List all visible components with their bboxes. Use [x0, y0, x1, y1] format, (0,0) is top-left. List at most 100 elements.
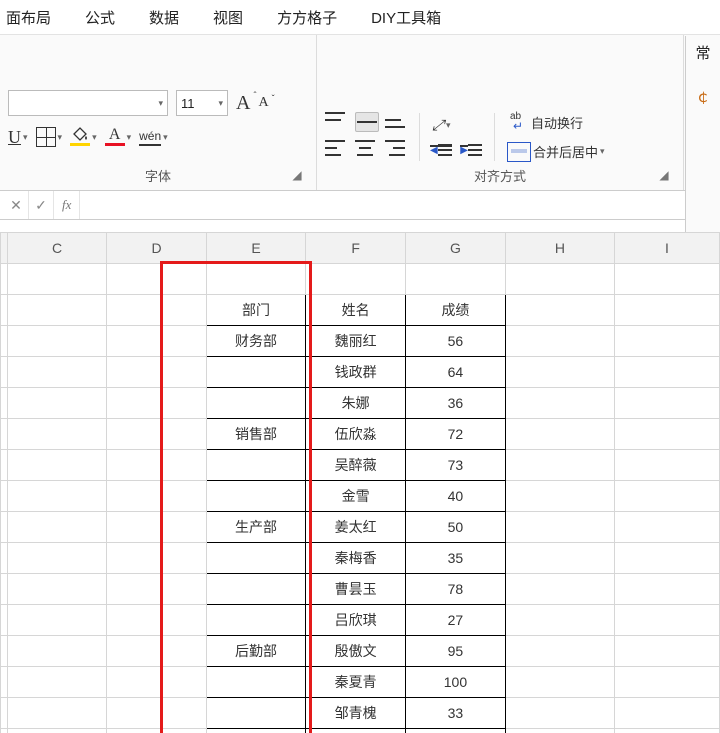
cell[interactable]	[505, 357, 614, 388]
cell[interactable]	[405, 264, 505, 295]
dialog-launcher-icon[interactable]: ◢	[290, 168, 304, 182]
align-middle-icon[interactable]	[355, 112, 379, 132]
spreadsheet[interactable]: CDEFGHI部门姓名成绩财务部魏丽红56钱政群64朱娜36销售部伍欣淼72吴醉…	[0, 220, 720, 733]
cell[interactable]	[505, 605, 614, 636]
cell[interactable]: 36	[405, 388, 505, 419]
cell[interactable]: 33	[405, 698, 505, 729]
cell[interactable]	[107, 512, 206, 543]
row-stub[interactable]	[1, 450, 8, 481]
cell[interactable]: 殷傲文	[306, 636, 406, 667]
column-header[interactable]: C	[7, 233, 106, 264]
cell[interactable]: 秦梅香	[306, 543, 406, 574]
cell[interactable]	[107, 698, 206, 729]
cell[interactable]	[614, 667, 719, 698]
phonetic-button[interactable]: wén▾	[139, 129, 168, 146]
cell[interactable]	[107, 450, 206, 481]
cell[interactable]	[505, 698, 614, 729]
row-stub[interactable]	[1, 698, 8, 729]
underline-button[interactable]: U▾	[8, 127, 28, 148]
cell[interactable]: 成绩	[405, 295, 505, 326]
dialog-launcher-icon[interactable]: ◢	[657, 168, 671, 182]
cell[interactable]: 吕欣琪	[306, 605, 406, 636]
row-stub[interactable]	[1, 419, 8, 450]
cell[interactable]	[7, 326, 106, 357]
cell[interactable]	[7, 667, 106, 698]
font-color-button[interactable]: A▾	[105, 128, 132, 146]
cell[interactable]	[7, 543, 106, 574]
confirm-icon[interactable]: ✓	[29, 191, 54, 219]
menu-diy[interactable]: DIY工具箱	[371, 7, 441, 28]
column-header[interactable]: I	[614, 233, 719, 264]
cell[interactable]	[107, 636, 206, 667]
cell[interactable]: 钱政群	[306, 357, 406, 388]
cell[interactable]	[505, 388, 614, 419]
number-format-select[interactable]: 常	[695, 42, 710, 63]
decrease-indent-icon[interactable]: ◀	[432, 142, 452, 158]
cell[interactable]: 金雪	[306, 481, 406, 512]
cell[interactable]: 78	[405, 574, 505, 605]
cell[interactable]	[614, 326, 719, 357]
decrease-font-icon[interactable]: Aˇ	[258, 95, 268, 111]
row-stub[interactable]	[1, 388, 8, 419]
cell[interactable]	[614, 729, 719, 733]
cell[interactable]	[7, 698, 106, 729]
align-bottom-icon[interactable]	[385, 112, 405, 128]
cell[interactable]: 财务部	[206, 326, 306, 357]
cell[interactable]	[505, 636, 614, 667]
cell[interactable]	[206, 574, 306, 605]
cell[interactable]	[206, 450, 306, 481]
menu-layout[interactable]: 面布局	[6, 7, 51, 28]
align-top-icon[interactable]	[325, 112, 345, 128]
cell[interactable]	[7, 636, 106, 667]
column-header[interactable]: H	[505, 233, 614, 264]
cell[interactable]	[107, 419, 206, 450]
row-stub[interactable]	[1, 512, 8, 543]
cell[interactable]	[505, 481, 614, 512]
cell[interactable]	[614, 357, 719, 388]
cell[interactable]	[505, 543, 614, 574]
cell[interactable]	[505, 574, 614, 605]
cell[interactable]: 魏丽红	[306, 326, 406, 357]
menu-view[interactable]: 视图	[213, 7, 243, 28]
cell[interactable]	[7, 419, 106, 450]
cell[interactable]	[505, 667, 614, 698]
cell[interactable]	[7, 388, 106, 419]
row-stub[interactable]	[1, 357, 8, 388]
row-stub[interactable]	[1, 326, 8, 357]
font-size-select[interactable]: 11 ▾	[176, 90, 228, 116]
cell[interactable]: 72	[405, 419, 505, 450]
cell[interactable]	[206, 667, 306, 698]
column-header[interactable]: E	[206, 233, 306, 264]
borders-button[interactable]: ▾	[36, 127, 63, 147]
increase-font-icon[interactable]: Aˆ	[236, 92, 250, 115]
cell[interactable]	[107, 574, 206, 605]
cell[interactable]	[107, 605, 206, 636]
cell[interactable]: 100	[405, 667, 505, 698]
cell[interactable]: 部门	[206, 295, 306, 326]
cell[interactable]: 后勤部	[206, 636, 306, 667]
cell[interactable]: 79	[405, 729, 505, 733]
cell[interactable]	[505, 295, 614, 326]
cell[interactable]	[7, 729, 106, 733]
cell[interactable]: 朱娜	[306, 388, 406, 419]
column-header[interactable]	[1, 233, 8, 264]
cell[interactable]	[107, 667, 206, 698]
cell[interactable]	[614, 605, 719, 636]
column-header[interactable]: D	[107, 233, 206, 264]
cell[interactable]	[505, 419, 614, 450]
row-stub[interactable]	[1, 574, 8, 605]
cell[interactable]	[7, 574, 106, 605]
menu-ffgz[interactable]: 方方格子	[277, 7, 337, 28]
cell[interactable]	[614, 574, 719, 605]
cell[interactable]	[107, 264, 206, 295]
menu-data[interactable]: 数据	[149, 7, 179, 28]
align-right-icon[interactable]	[385, 140, 405, 156]
cell[interactable]: 27	[405, 605, 505, 636]
cell[interactable]: 曹昙玉	[306, 574, 406, 605]
row-stub[interactable]	[1, 667, 8, 698]
cell[interactable]	[107, 326, 206, 357]
cell[interactable]: 姜太红	[306, 512, 406, 543]
cell[interactable]: 50	[405, 512, 505, 543]
fx-label[interactable]: fx	[54, 191, 80, 219]
cell[interactable]	[107, 543, 206, 574]
